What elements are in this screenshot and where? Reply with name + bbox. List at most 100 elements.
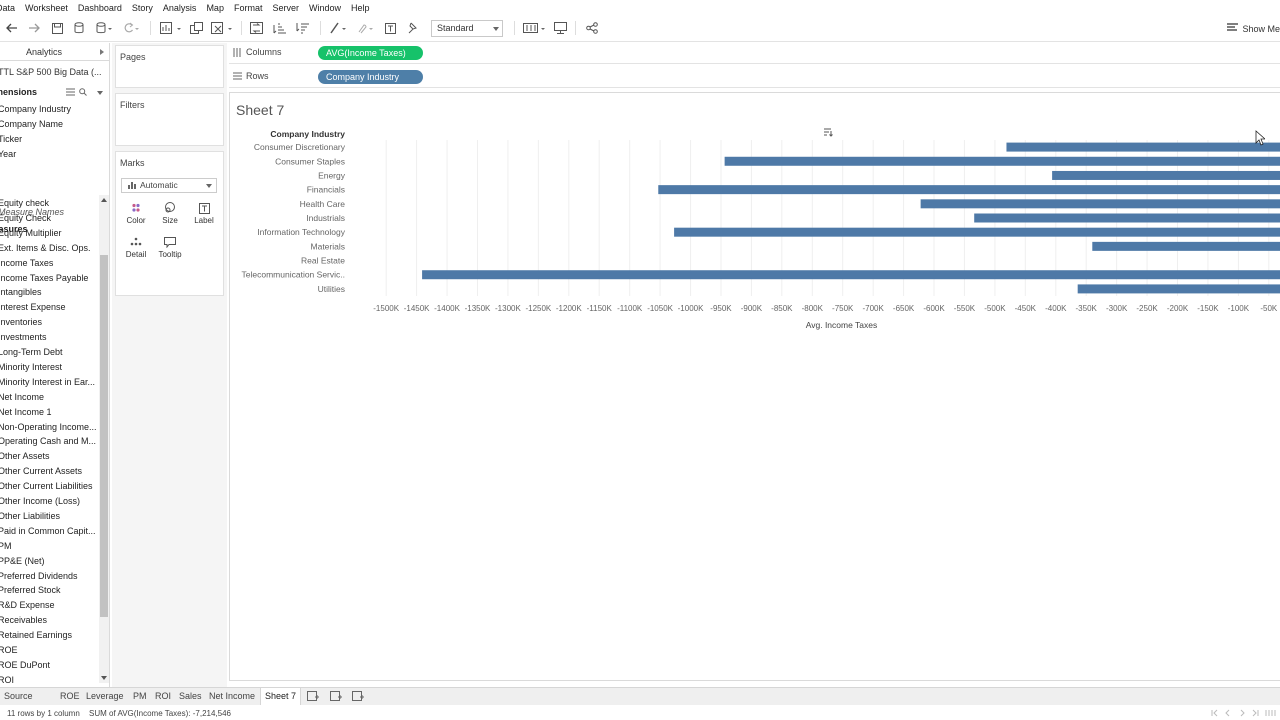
columns-shelf[interactable]: Columns AVG(Income Taxes)	[229, 43, 1280, 64]
bar[interactable]	[658, 185, 1280, 195]
menu-item-format[interactable]: Format	[229, 3, 268, 13]
sheet-tab[interactable]: ROI	[151, 688, 175, 705]
sheet-tab[interactable]: Source	[0, 688, 37, 705]
menu-item-server[interactable]: Server	[267, 3, 304, 13]
sort-icon[interactable]	[824, 128, 833, 139]
save-icon[interactable]	[50, 19, 64, 37]
share-icon[interactable]	[585, 19, 599, 37]
measure-field[interactable]: Ext. Items & Disc. Ops.	[0, 241, 91, 255]
presentation-mode-icon[interactable]	[552, 19, 568, 37]
menu-caret-icon[interactable]	[97, 91, 103, 95]
show-me-button[interactable]: Show Me	[1227, 20, 1280, 37]
avg-income-taxes-pill[interactable]: AVG(Income Taxes)	[318, 46, 423, 60]
measure-field[interactable]: Paid in Common Capit...	[0, 524, 96, 538]
mark-type-dropdown[interactable]: Automatic	[121, 178, 217, 193]
menu-item-dashboard[interactable]: Dashboard	[73, 3, 127, 13]
measure-field[interactable]: Minority Interest in Ear...	[0, 375, 95, 389]
search-icon[interactable]	[79, 88, 87, 98]
sort-ascending-icon[interactable]	[271, 19, 287, 37]
measure-field[interactable]: Preferred Stock	[0, 583, 61, 597]
menu-item-worksheet[interactable]: Worksheet	[20, 3, 73, 13]
redo-icon[interactable]	[27, 19, 41, 37]
measure-field[interactable]: Investments	[0, 330, 47, 344]
bar[interactable]	[674, 227, 1280, 237]
pause-updates-icon[interactable]	[94, 19, 114, 37]
dimension-field[interactable]: Company Industry	[0, 102, 71, 116]
highlight-icon[interactable]	[328, 19, 350, 37]
sheet-tab[interactable]: Net Income	[205, 688, 259, 705]
measure-field[interactable]: ROI	[0, 673, 14, 687]
menu-item-help[interactable]: Help	[346, 3, 375, 13]
new-worksheet-icon[interactable]	[158, 19, 184, 37]
new-story-tab-icon[interactable]	[352, 691, 364, 702]
measure-field[interactable]: Other Current Assets	[0, 464, 82, 478]
duplicate-sheet-icon[interactable]	[188, 19, 204, 37]
menu-item-map[interactable]: Map	[201, 3, 229, 13]
rows-shelf[interactable]: Rows Company Industry	[229, 67, 1280, 88]
measure-field[interactable]: PP&E (Net)	[0, 554, 45, 568]
new-datasource-icon[interactable]	[72, 19, 86, 37]
measure-field[interactable]: Other Assets	[0, 449, 50, 463]
undo-icon[interactable]	[5, 19, 19, 37]
company-industry-pill[interactable]: Company Industry	[318, 70, 423, 84]
measure-field[interactable]: Net Income 1	[0, 405, 52, 419]
scroll-up-icon[interactable]	[101, 198, 107, 202]
analytics-tab[interactable]: Analytics	[0, 43, 109, 61]
sheet-tab[interactable]: ROE	[56, 688, 84, 705]
bar[interactable]	[724, 156, 1280, 166]
show-mark-labels-icon[interactable]	[383, 19, 397, 37]
sheet-tab[interactable]: Sheet 7	[260, 688, 302, 705]
new-dashboard-tab-icon[interactable]	[330, 691, 342, 702]
menu-item-analysis[interactable]: Analysis	[158, 3, 202, 13]
detail-button[interactable]: Detail	[121, 232, 151, 262]
measure-field[interactable]: Equity Check	[0, 211, 51, 225]
bar[interactable]	[1092, 241, 1280, 251]
measure-field[interactable]: Receivables	[0, 613, 47, 627]
measure-field[interactable]: ROE	[0, 643, 18, 657]
measure-field[interactable]: Preferred Dividends	[0, 569, 78, 583]
filters-card[interactable]: Filters	[115, 93, 224, 146]
view-list-icon[interactable]	[66, 88, 75, 98]
measure-field[interactable]: Equity Multiplier	[0, 226, 62, 240]
fix-axes-icon[interactable]	[405, 19, 419, 37]
size-button[interactable]: Size	[155, 198, 185, 228]
measure-field[interactable]: Income Taxes	[0, 256, 53, 270]
swap-rows-columns-icon[interactable]	[248, 19, 264, 37]
sort-descending-icon[interactable]	[294, 19, 310, 37]
measure-field[interactable]: Inventories	[0, 315, 42, 329]
bar[interactable]	[1006, 142, 1280, 152]
measure-field[interactable]: Net Income	[0, 390, 44, 404]
refresh-icon[interactable]	[122, 19, 140, 37]
menu-item-story[interactable]: Story	[127, 3, 158, 13]
measure-field[interactable]: Interest Expense	[0, 300, 66, 314]
measure-field[interactable]: Minority Interest	[0, 360, 62, 374]
bar[interactable]	[920, 199, 1280, 209]
sheet-tab[interactable]: Leverage	[82, 688, 128, 705]
scroll-down-icon[interactable]	[101, 676, 107, 680]
menu-item-data[interactable]: Data	[0, 3, 20, 13]
new-worksheet-tab-icon[interactable]	[307, 691, 319, 702]
measure-field[interactable]: Long-Term Debt	[0, 345, 63, 359]
measure-field[interactable]: Retained Earnings	[0, 628, 72, 642]
bar[interactable]	[1052, 170, 1280, 180]
bar[interactable]	[422, 270, 1280, 280]
measure-field[interactable]: Intangibles	[0, 285, 42, 299]
measure-field[interactable]: PM	[0, 539, 12, 553]
bar[interactable]	[1077, 284, 1280, 294]
tooltip-button[interactable]: Tooltip	[155, 232, 185, 262]
measure-field[interactable]: R&D Expense	[0, 598, 55, 612]
bar[interactable]	[974, 213, 1280, 223]
measure-field[interactable]: Operating Cash and M...	[0, 434, 96, 448]
measure-field[interactable]: Non-Operating Income...	[0, 420, 97, 434]
measure-field[interactable]: Other Income (Loss)	[0, 494, 80, 508]
dimension-field[interactable]: Company Name	[0, 117, 63, 131]
pages-card[interactable]: Pages	[115, 45, 224, 88]
sheet-tab[interactable]: Sales	[175, 688, 206, 705]
sheet-tab[interactable]: PM	[129, 688, 151, 705]
dimension-field[interactable]: Ticker	[0, 132, 22, 146]
scrollbar-thumb[interactable]	[100, 255, 108, 617]
show-cards-icon[interactable]	[522, 19, 548, 37]
measure-field[interactable]: ROE DuPont	[0, 658, 50, 672]
color-button[interactable]: Color	[121, 198, 151, 228]
measure-field[interactable]: Other Liabilities	[0, 509, 60, 523]
